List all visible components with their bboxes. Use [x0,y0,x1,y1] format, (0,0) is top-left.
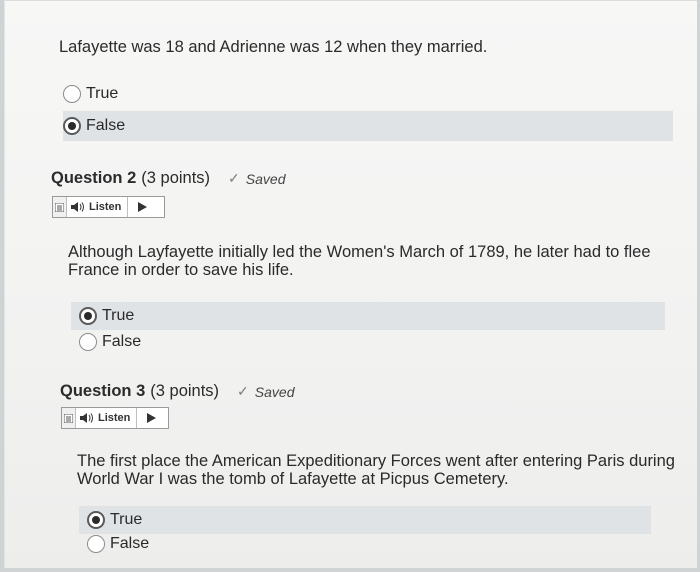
question2-title: Question 2 [51,169,137,187]
question3-title: Question 3 [60,382,146,400]
question3-header: Question 3 (3 points) ✓ Saved [60,382,294,401]
option-label: False [102,333,142,350]
saved-status: ✓ Saved [228,170,285,187]
question3-points: (3 points) [150,382,220,400]
option-label: False [110,535,150,552]
question2-header: Question 2 (3 points) ✓ Saved [51,169,285,188]
listen-speaker[interactable]: Listen [76,408,138,428]
radio-unchecked-icon[interactable] [63,85,81,103]
question1-option-false[interactable]: False [63,111,673,141]
top-divider [5,0,697,1]
saved-label: Saved [254,383,295,400]
menu-icon[interactable] [62,408,76,428]
question2-text-line1: Although Layfayette initially led the Wo… [68,243,651,261]
radio-unchecked-icon[interactable] [79,333,97,351]
play-icon[interactable] [128,197,156,217]
listen-label: Listen [89,201,122,213]
question2-text-line2: France in order to save his life. [68,261,294,279]
radio-unchecked-icon[interactable] [87,535,105,553]
quiz-page: Lafayette was 18 and Adrienne was 12 whe… [4,0,697,568]
speaker-icon [71,202,84,212]
option-label: True [110,511,143,528]
listen-speaker[interactable]: Listen [67,197,129,217]
radio-checked-icon[interactable] [63,117,81,135]
menu-icon[interactable] [53,197,67,217]
question3-text-line2: World War I was the tomb of Lafayette at… [77,470,509,488]
question2-listen-button[interactable]: Listen [52,196,165,218]
radio-checked-icon[interactable] [87,511,105,529]
saved-label: Saved [245,170,286,187]
radio-checked-icon[interactable] [79,307,97,325]
question3-option-false[interactable]: False [79,530,651,558]
question3-text-line1: The first place the American Expeditiona… [77,452,675,470]
listen-label: Listen [98,412,131,424]
saved-status: ✓ Saved [237,383,294,400]
checkmark-icon: ✓ [228,170,240,186]
question2-points: (3 points) [141,169,211,187]
play-icon[interactable] [137,408,165,428]
option-label: True [102,307,135,324]
checkmark-icon: ✓ [237,383,249,399]
question3-listen-button[interactable]: Listen [61,407,169,429]
option-label: True [86,85,119,102]
question1-option-true[interactable]: True [63,80,673,108]
question2-option-false[interactable]: False [71,328,665,356]
speaker-icon [80,413,93,423]
option-label: False [86,117,126,134]
question2-option-true[interactable]: True [71,302,665,330]
question1-text: Lafayette was 18 and Adrienne was 12 whe… [59,38,488,56]
